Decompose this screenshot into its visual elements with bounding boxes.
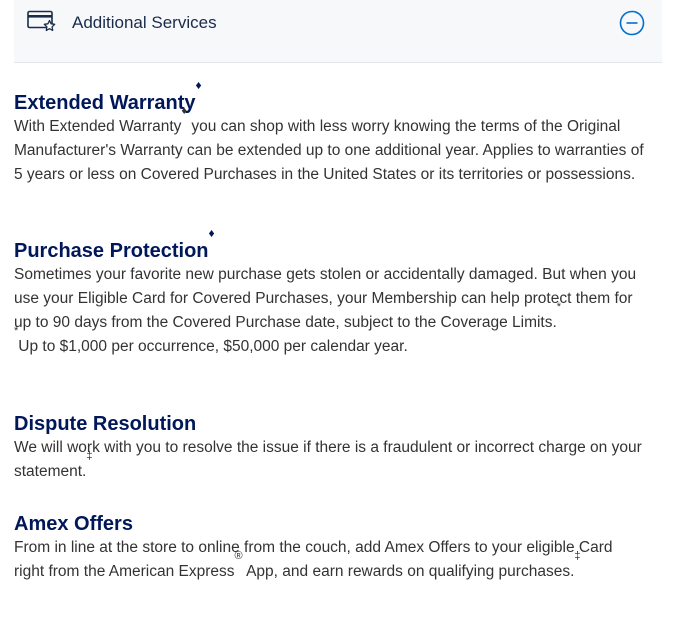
section-body-text: Sometimes your favorite new purchase get… <box>14 266 637 331</box>
double-dagger-mark: ‡ <box>86 450 93 462</box>
asterisk-mark: * <box>556 301 562 313</box>
section-title: Extended Warranty♦ <box>14 79 644 115</box>
double-dagger-mark: ‡ <box>574 550 581 562</box>
section-footnote: *Up to $1,000 per occurrence, $50,000 pe… <box>14 326 644 359</box>
section-title: Purchase Protection♦ <box>14 227 644 263</box>
diamond-mark: ♦ <box>208 226 215 240</box>
amex-offers-section: Amex Offers From in line at the store to… <box>14 512 644 584</box>
accordion-title: Additional Services <box>72 13 217 32</box>
additional-services-page: Additional Services Extended Warranty♦ W… <box>0 0 674 620</box>
section-title: Amex Offers <box>14 513 133 535</box>
diamond-mark: ♦ <box>195 78 202 92</box>
card-star-icon <box>27 10 56 32</box>
section-body: With Extended Warranty♦ you can shop wit… <box>14 106 644 187</box>
dispute-resolution-section: Dispute Resolution We will work with you… <box>14 412 644 484</box>
section-body-text: App, and earn rewards on qualifying purc… <box>242 563 575 580</box>
additional-services-accordion-header[interactable]: Additional Services <box>14 0 662 63</box>
footnote-text: Up to $1,000 per occurrence, $50,000 per… <box>18 338 408 355</box>
registered-mark: ® <box>234 550 243 562</box>
section-body-text: With Extended Warranty <box>14 118 182 135</box>
section-title-text: Purchase Protection <box>14 240 209 262</box>
section-body: From in line at the store to online from… <box>14 536 644 584</box>
asterisk-mark: * <box>14 325 19 337</box>
minus-circle-icon[interactable] <box>619 10 645 36</box>
diamond-mark: ♦ <box>181 105 188 117</box>
section-title: Dispute Resolution <box>14 413 197 435</box>
section-body: We will work with you to resolve the iss… <box>14 436 644 484</box>
purchase-protection-section: Purchase Protection♦ Sometimes your favo… <box>14 227 644 359</box>
extended-warranty-section: Extended Warranty♦ With Extended Warrant… <box>14 79 644 187</box>
section-title-text: Extended Warranty <box>14 92 196 114</box>
section-body: Sometimes your favorite new purchase get… <box>14 263 644 335</box>
section-body-text: We will work with you to resolve the iss… <box>14 439 642 480</box>
